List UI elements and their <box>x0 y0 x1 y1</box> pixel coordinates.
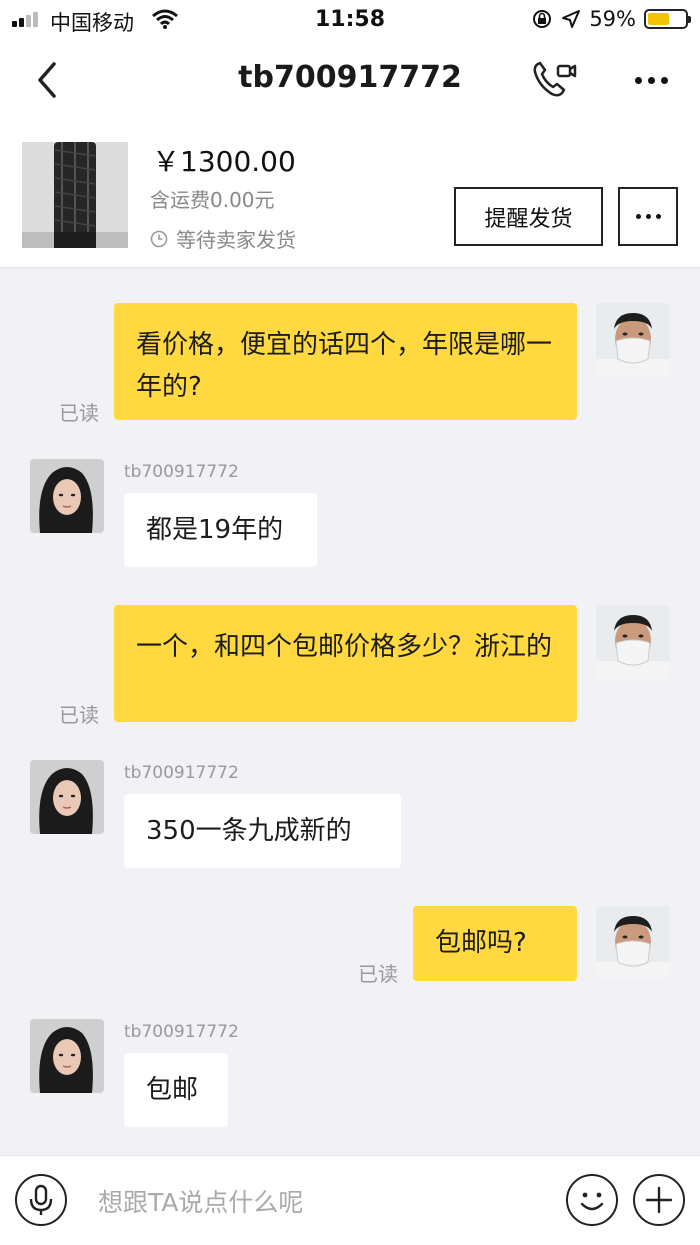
plus-icon <box>645 1186 673 1214</box>
chat-header: tb700917772 <box>0 40 700 122</box>
order-more-button[interactable] <box>618 187 678 246</box>
battery-level <box>648 13 670 25</box>
woman-photo <box>30 1019 104 1093</box>
seller-avatar[interactable] <box>30 1019 104 1093</box>
product-image[interactable] <box>22 142 128 248</box>
my-avatar[interactable] <box>596 605 670 679</box>
sender-name: tb700917772 <box>124 1022 239 1042</box>
man-with-mask-photo <box>596 906 670 980</box>
call-icon[interactable] <box>530 58 578 102</box>
read-receipt: 已读 <box>59 703 99 727</box>
order-price: ￥1300.00 <box>152 145 296 178</box>
my-message-bubble[interactable]: 包邮吗? <box>413 906 577 981</box>
order-status-label: 等待卖家发货 <box>176 228 296 252</box>
emoji-button[interactable] <box>566 1174 618 1226</box>
seller-avatar[interactable] <box>30 459 104 533</box>
voice-button[interactable] <box>15 1174 67 1226</box>
man-with-mask-photo <box>596 605 670 679</box>
my-avatar[interactable] <box>596 303 670 377</box>
location-icon <box>562 10 581 28</box>
my-avatar[interactable] <box>596 906 670 980</box>
status-bar: 中国移动 11:58 59% <box>0 0 700 40</box>
remind-ship-button[interactable]: 提醒发货 <box>454 187 603 246</box>
order-status: 等待卖家发货 <box>150 224 296 253</box>
more-actions-button[interactable] <box>633 1174 685 1226</box>
seller-avatar[interactable] <box>30 760 104 834</box>
battery-icon <box>644 9 691 29</box>
order-card: ￥1300.00 含运费0.00元 等待卖家发货 提醒发货 <box>0 122 700 268</box>
battery-percent: 59% <box>589 7 636 31</box>
their-message-bubble[interactable]: 都是19年的 <box>124 493 317 567</box>
tire-image <box>22 142 128 248</box>
shipping-fee: 含运费0.00元 <box>150 188 275 212</box>
read-receipt: 已读 <box>59 401 99 425</box>
message-input[interactable]: 想跟TA说点什么呢 <box>98 1183 303 1219</box>
sender-name: tb700917772 <box>124 763 239 783</box>
rotation-lock-icon <box>533 10 552 28</box>
man-with-mask-photo <box>596 303 670 377</box>
clock-icon <box>150 230 168 247</box>
more-options-icon[interactable] <box>628 62 674 98</box>
their-message-bubble[interactable]: 350一条九成新的 <box>124 794 401 868</box>
their-message-bubble[interactable]: 包邮 <box>124 1053 228 1127</box>
my-message-bubble[interactable]: 一个，和四个包邮价格多少？浙江的 <box>114 605 577 722</box>
chat-title: tb700917772 <box>238 60 462 95</box>
message-input-bar: 想跟TA说点什么呢 <box>0 1155 700 1245</box>
smiley-icon <box>580 1192 604 1211</box>
microphone-icon <box>29 1184 53 1215</box>
woman-photo <box>30 459 104 533</box>
read-receipt: 已读 <box>358 962 398 986</box>
sender-name: tb700917772 <box>124 462 239 482</box>
my-message-bubble[interactable]: 看价格，便宜的话四个，年限是哪一年的? <box>114 303 577 420</box>
woman-photo <box>30 760 104 834</box>
